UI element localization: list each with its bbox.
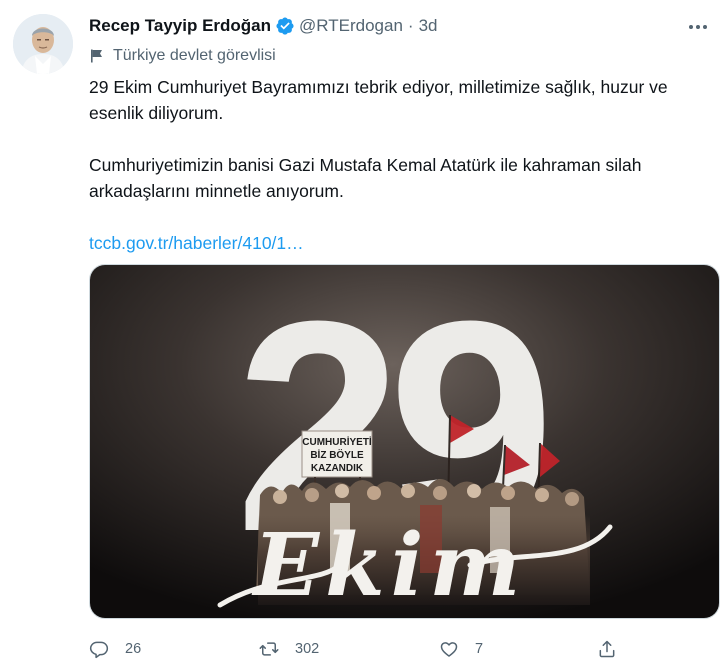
heart-icon	[440, 642, 458, 657]
banner-line-3: KAZANDIK	[311, 463, 364, 474]
banner-line-1: CUMHURİYETİ	[302, 435, 372, 448]
share-icon	[599, 640, 615, 658]
separator-dot: ·	[407, 16, 414, 35]
like-count: 7	[475, 641, 484, 657]
tweet-text: 29 Ekim Cumhuriyet Bayramımızı tebrik ed…	[89, 74, 711, 256]
tweet-link[interactable]: tccb.gov.tr/haberler/410/1…	[89, 233, 304, 253]
reply-count: 26	[125, 641, 142, 657]
flag-icon	[91, 49, 102, 63]
more-icon[interactable]	[683, 12, 713, 42]
retweet-button[interactable]: 302	[259, 634, 319, 664]
reply-button[interactable]: 26	[89, 634, 141, 664]
tweet-media-image[interactable]: 29 CUMHURİYETİ BİZ BÖYLE KAZANDIK Ekim	[89, 264, 720, 619]
media-script-text: Ekim	[251, 515, 527, 616]
timestamp[interactable]: 3d	[419, 16, 438, 36]
tweet-paragraph-2: Cumhuriyetimizin banisi Gazi Mustafa Kem…	[89, 155, 642, 201]
account-label-text: Türkiye devlet görevlisi	[113, 47, 276, 64]
reply-icon	[89, 641, 109, 659]
share-button[interactable]	[597, 634, 617, 664]
account-label[interactable]: Türkiye devlet görevlisi	[89, 45, 276, 67]
like-button[interactable]: 7	[439, 634, 483, 664]
avatar[interactable]	[13, 14, 73, 74]
retweet-icon	[259, 642, 279, 656]
retweet-count: 302	[295, 641, 320, 657]
banner-line-2: BİZ BÖYLE	[310, 448, 364, 461]
author-handle[interactable]: @RTErdogan	[299, 16, 403, 36]
tweet-paragraph-1: 29 Ekim Cumhuriyet Bayramımızı tebrik ed…	[89, 77, 668, 123]
tweet[interactable]: Recep Tayyip Erdoğan @RTErdogan · 3d Tür…	[0, 0, 728, 665]
tweet-header: Recep Tayyip Erdoğan @RTErdogan · 3d	[89, 14, 438, 38]
verified-badge-icon	[275, 16, 295, 36]
tweet-actions: 26 302 7	[89, 634, 629, 664]
author-name[interactable]: Recep Tayyip Erdoğan	[89, 16, 271, 36]
